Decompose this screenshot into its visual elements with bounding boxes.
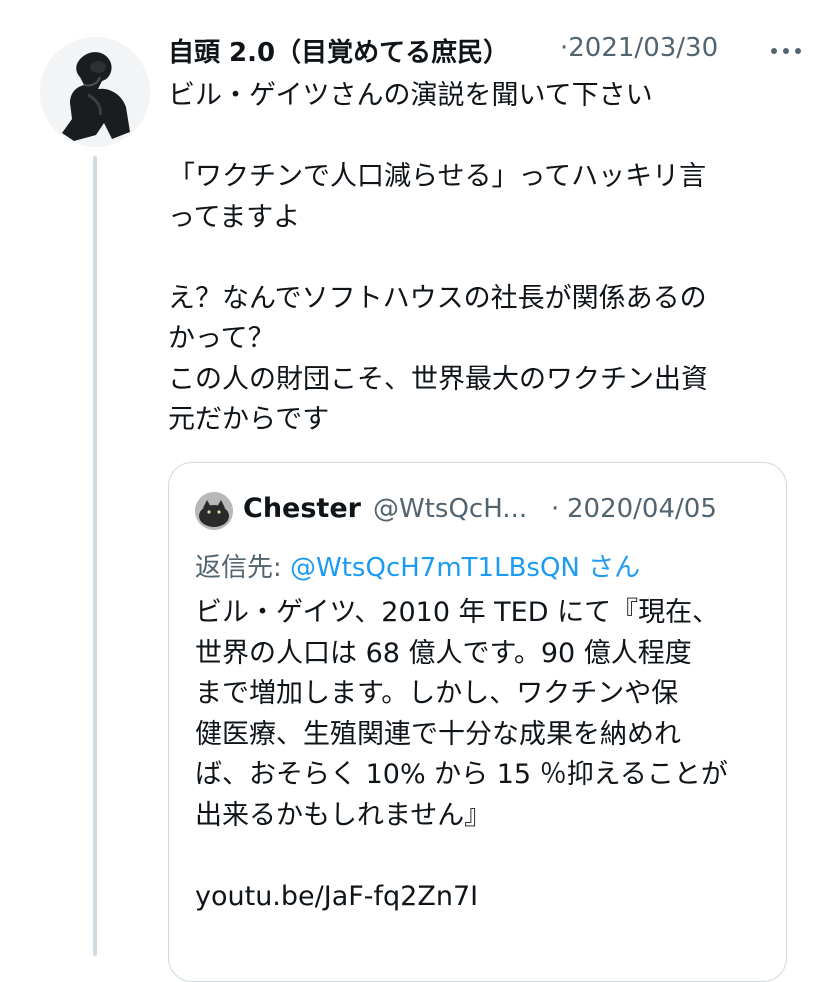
cat-photo-image <box>195 492 233 530</box>
reply-to-suffix: さん <box>579 553 641 583</box>
tweet-body-text: ビル・ゲイツさんの演説を聞いて下さい 「ワクチンで人口減らせる」ってハッキリ言 … <box>168 80 708 435</box>
thinker-statue-image <box>40 37 150 147</box>
reply-to-line: 返信先: @WtsQcH7mT1LBsQN さん <box>195 547 640 584</box>
more-horizontal-icon[interactable] <box>766 40 806 62</box>
author-avatar[interactable] <box>40 37 150 147</box>
reply-to-label: 返信先: <box>195 553 291 583</box>
tweet-meta: ·2021/03/30 <box>560 33 718 63</box>
tweet-header: 自頭 2.0（目覚めてる庶民） ·2021/03/30 <box>168 30 808 72</box>
quoted-tweet-card[interactable]: Chester @WtsQcH... · 2020/04/05 返信先: @Wt… <box>168 462 787 982</box>
quoted-tweet-body-text: ビル・ゲイツ、2010 年 TED にて『現在、 世界の人口は 68 億人です。… <box>195 597 728 912</box>
thread-connector-line <box>93 156 97 956</box>
quoted-tweet-date: 2020/04/05 <box>567 494 717 524</box>
quoted-tweet-header: Chester @WtsQcH... · 2020/04/05 <box>195 491 775 531</box>
tweet-date[interactable]: 2021/03/30 <box>568 33 718 63</box>
author-display-name[interactable]: 自頭 2.0（目覚めてる庶民） <box>168 32 509 69</box>
quoted-author-avatar <box>195 492 233 530</box>
reply-to-handle-link[interactable]: @WtsQcH7mT1LBsQN <box>290 553 580 583</box>
quoted-author-name: Chester <box>243 493 361 524</box>
meta-separator: · <box>551 494 560 524</box>
quoted-author-handle: @WtsQcH... <box>373 494 528 524</box>
